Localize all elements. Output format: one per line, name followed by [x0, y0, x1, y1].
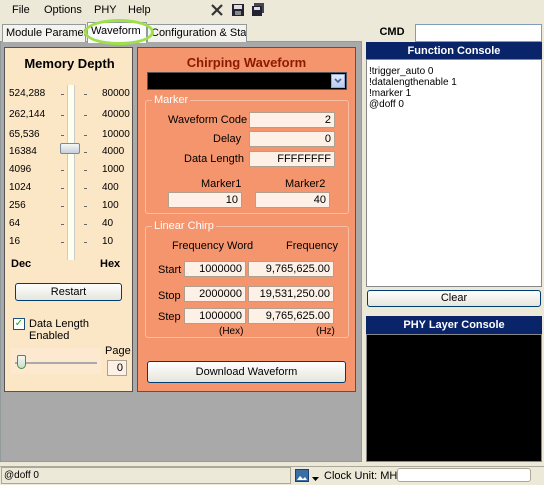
status-text: @doff 0 — [1, 467, 291, 484]
save-icon[interactable] — [229, 1, 247, 19]
data-length-label: Data Length — [184, 153, 244, 165]
step-label: Step — [158, 311, 181, 323]
hex-value: 80000 — [102, 88, 130, 99]
waveform-code-label: Waveform Code — [168, 114, 248, 126]
dec-label: Dec — [11, 258, 32, 270]
step-word-input[interactable]: 1000000 — [184, 308, 246, 324]
console-line: !datalengthenable 1 — [369, 77, 457, 88]
hex-label: Hex — [100, 258, 121, 270]
stop-frequency-input[interactable]: 19,531,250.00 — [248, 286, 334, 302]
menu-phy[interactable]: PHY — [94, 4, 117, 16]
start-word-input[interactable]: 1000000 — [184, 261, 246, 277]
console-line: @doff 0 — [369, 99, 404, 110]
tab-strip: Module Parameters Waveform Configuration… — [0, 22, 362, 43]
download-waveform-button[interactable]: Download Waveform — [147, 361, 346, 383]
memory-depth-title: Memory Depth — [24, 56, 115, 71]
menu-file[interactable]: File — [12, 4, 30, 16]
step-frequency-input[interactable]: 9,765,625.00 — [248, 308, 334, 324]
hex-value: 40000 — [102, 109, 130, 120]
data-length-enabled-checkbox[interactable]: ✓ — [13, 318, 25, 330]
marker2-input[interactable]: 40 — [255, 192, 330, 208]
picture-icon[interactable] — [295, 469, 309, 482]
hex-value: 100 — [102, 200, 119, 211]
console-line: !marker 1 — [369, 88, 412, 99]
menu-bar: File Options PHY Help — [0, 0, 544, 20]
waveform-code-input[interactable]: 2 — [249, 112, 335, 128]
page-slider-area — [11, 348, 101, 374]
linear-chirp-group-title: Linear Chirp — [152, 220, 216, 232]
restart-button[interactable]: Restart — [15, 283, 122, 301]
tab-waveform[interactable]: Waveform — [87, 22, 147, 43]
page-label: Page — [105, 345, 131, 357]
start-label: Start — [158, 264, 182, 276]
delay-input[interactable]: 0 — [249, 131, 335, 147]
waveform-select[interactable] — [147, 72, 347, 90]
clear-button[interactable]: Clear — [367, 290, 541, 307]
dec-value: 64 — [9, 218, 21, 229]
data-length-enabled-label: Data Length Enabled — [29, 318, 89, 342]
hex-value: 40 — [102, 218, 114, 229]
status-progress-bar — [397, 468, 531, 482]
memory-depth-slider-thumb[interactable] — [60, 143, 80, 154]
clock-unit-label: Clock Unit: MHz — [324, 470, 403, 482]
dec-value: 16384 — [9, 146, 37, 157]
cmd-label: CMD — [379, 26, 405, 38]
stop-word-input[interactable]: 2000000 — [184, 286, 246, 302]
hex-value: 10000 — [102, 129, 130, 140]
frequency-word-header: Frequency Word — [172, 240, 254, 252]
marker-group-title: Marker — [152, 94, 191, 106]
marker1-input[interactable]: 10 — [168, 192, 242, 208]
hex-value: 10 — [102, 236, 114, 247]
dec-value: 4096 — [9, 164, 32, 175]
marker2-label: Marker2 — [285, 178, 326, 190]
menu-help[interactable]: Help — [128, 4, 151, 16]
page-input[interactable]: 0 — [107, 360, 127, 376]
function-console[interactable]: !trigger_auto 0 !datalengthenable 1 !mar… — [366, 59, 542, 287]
phy-layer-console[interactable] — [366, 334, 542, 462]
save-all-icon[interactable] — [249, 1, 267, 19]
waveform-select-value — [148, 73, 151, 85]
delay-label: Delay — [213, 133, 242, 145]
dec-value: 262,144 — [9, 109, 46, 120]
dec-value: 1024 — [9, 182, 32, 193]
page-slider-thumb[interactable] — [17, 355, 26, 369]
function-console-title: Function Console — [366, 42, 542, 60]
stop-label: Stop — [158, 290, 181, 302]
dec-value: 16 — [9, 236, 21, 247]
dec-value: 65,536 — [9, 129, 40, 140]
hz-unit-label: (Hz) — [316, 326, 335, 337]
dec-value: 256 — [9, 200, 26, 211]
start-frequency-input[interactable]: 9,765,625.00 — [248, 261, 334, 277]
menu-options[interactable]: Options — [44, 4, 82, 16]
phy-console-title: PHY Layer Console — [366, 316, 542, 334]
chirping-waveform-title: Chirping Waveform — [186, 55, 307, 70]
close-icon[interactable] — [208, 1, 226, 19]
dropdown-arrow-icon[interactable] — [312, 473, 319, 485]
cmd-input[interactable] — [415, 24, 542, 42]
data-length-input[interactable]: FFFFFFFF — [249, 151, 335, 167]
hex-unit-label: (Hex) — [219, 326, 244, 337]
chevron-down-icon[interactable] — [331, 74, 345, 88]
dec-value: 524,288 — [9, 88, 46, 99]
hex-value: 400 — [102, 182, 119, 193]
tab-module-parameters[interactable]: Module Parameters — [2, 24, 86, 42]
hex-value: 4000 — [102, 146, 125, 157]
chirping-waveform-panel: Chirping Waveform Marker Waveform Code 2… — [137, 47, 356, 392]
frequency-header: Frequency — [286, 240, 338, 252]
memory-depth-slider-track[interactable] — [67, 85, 75, 260]
tab-configuration-status[interactable]: Configuration & Status — [147, 24, 247, 42]
console-line: !trigger_auto 0 — [369, 66, 434, 77]
hex-value: 1000 — [102, 164, 125, 175]
marker1-label: Marker1 — [201, 178, 242, 190]
